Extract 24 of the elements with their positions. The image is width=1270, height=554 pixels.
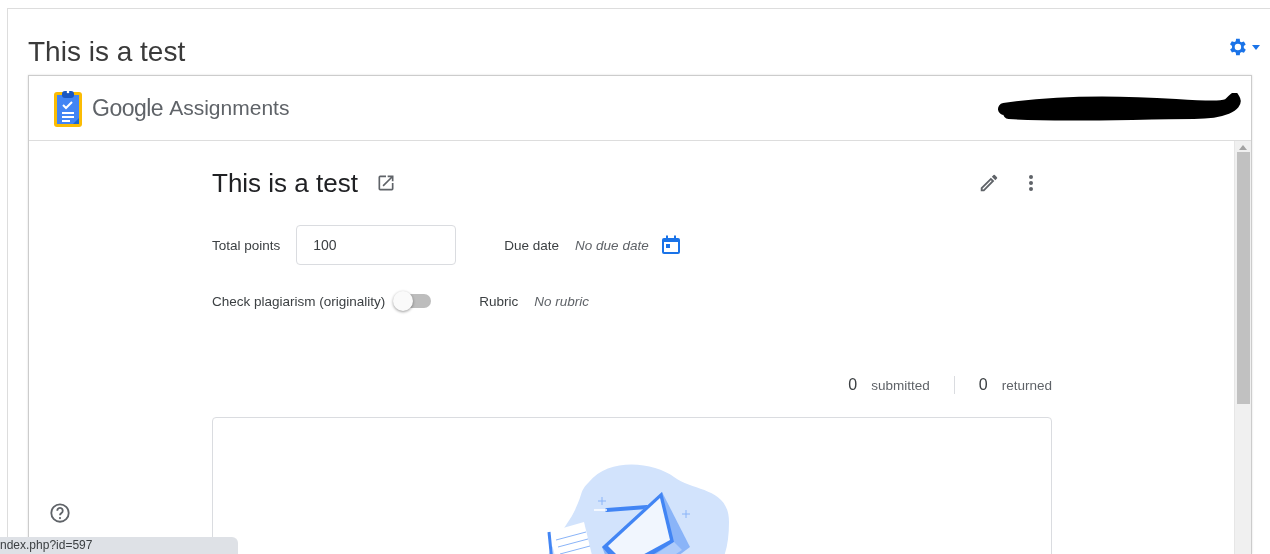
- total-points-label: Total points: [212, 237, 281, 253]
- stat-label: submitted: [871, 377, 930, 393]
- caret-icon: [1252, 44, 1260, 50]
- rubric-value: No rubric: [534, 293, 590, 309]
- rubric-label: Rubric: [479, 293, 519, 309]
- scrollbar[interactable]: [1234, 141, 1251, 554]
- total-points-field[interactable]: 100: [296, 225, 457, 265]
- brand-name: Google: [92, 94, 164, 122]
- stat-count: 0: [978, 376, 988, 394]
- page-title: This is a test: [28, 35, 186, 69]
- status-bar-url: ndex.php?id=597: [0, 537, 238, 554]
- help-button[interactable]: [49, 502, 71, 524]
- due-date-value: No due date: [575, 237, 649, 253]
- calendar-button[interactable]: [660, 235, 681, 255]
- plagiarism-label: Check plagiarism (originality): [212, 293, 386, 309]
- edit-button[interactable]: [978, 172, 1000, 194]
- stat-count: 0: [848, 376, 858, 394]
- product-name: Assignments: [169, 96, 290, 120]
- stat-label: returned: [1001, 377, 1052, 393]
- plagiarism-toggle[interactable]: [393, 290, 432, 312]
- assignment-title: This is a test: [212, 167, 358, 199]
- due-date-label: Due date: [504, 237, 560, 253]
- more-options-button[interactable]: [1028, 174, 1034, 192]
- clipboard-logo-icon: [54, 89, 82, 127]
